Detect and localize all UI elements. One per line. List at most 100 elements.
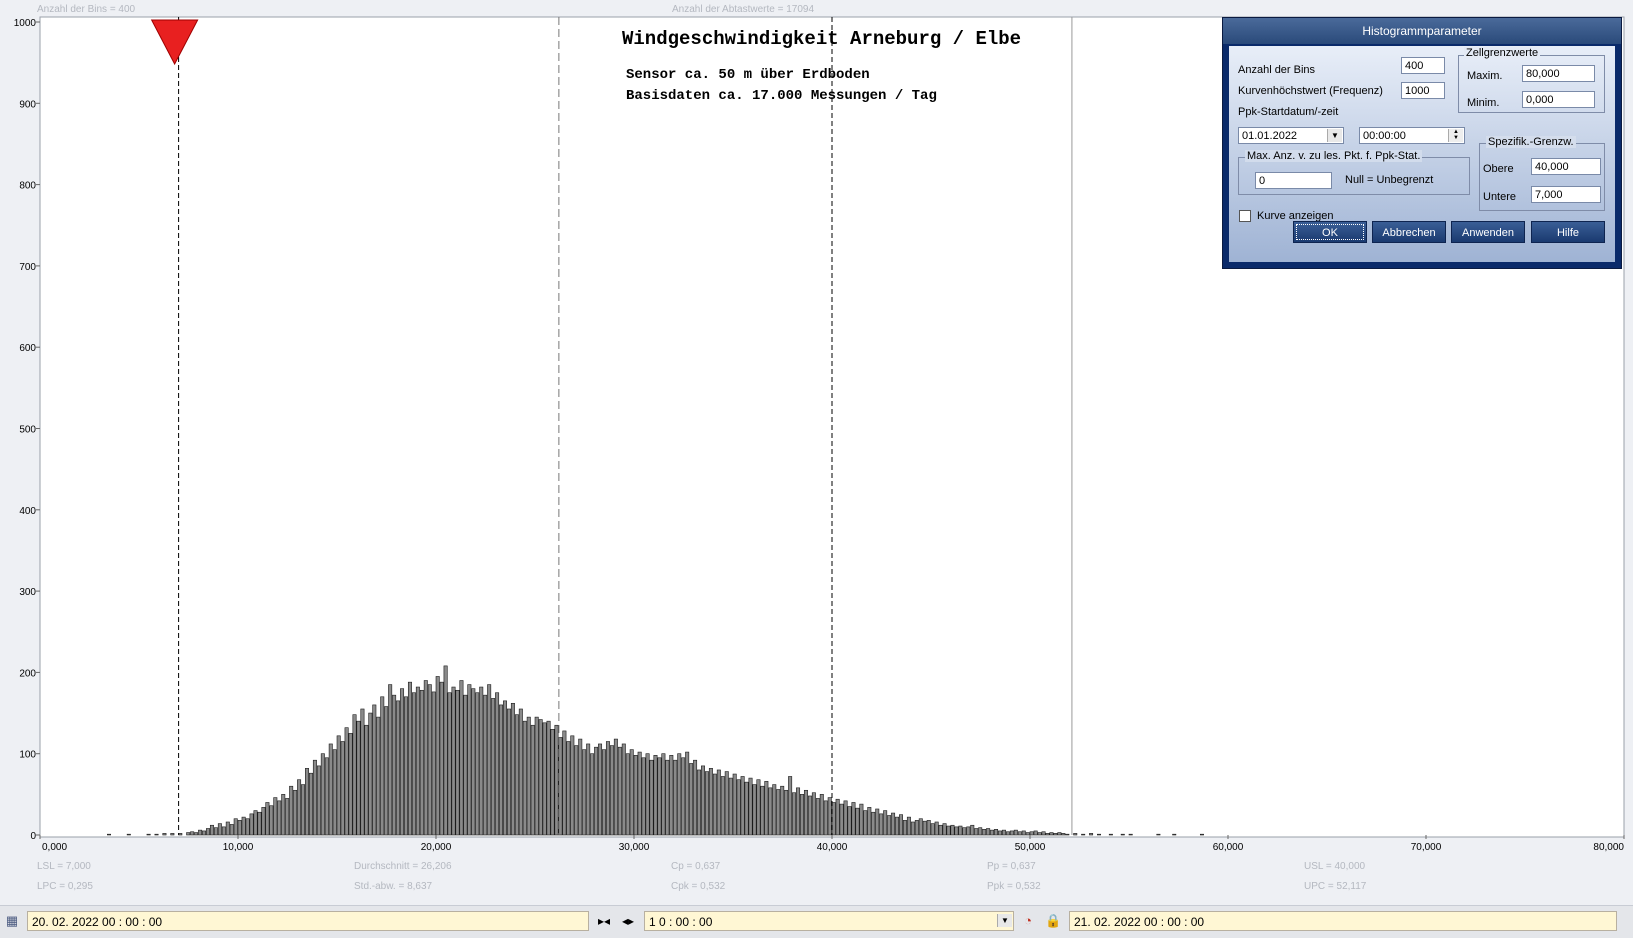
histogram-bar xyxy=(202,830,207,836)
calendar-icon[interactable]: ▦ xyxy=(4,913,20,929)
chevron-down-icon[interactable]: ▼ xyxy=(1327,129,1342,142)
histogram-bar xyxy=(740,776,745,836)
histogram-bar xyxy=(625,753,630,836)
histogram-bar xyxy=(1005,831,1010,836)
histogram-bar xyxy=(574,745,579,836)
histogram-bar xyxy=(455,689,460,836)
ppk-start-label: Ppk-Startdatum/-zeit xyxy=(1238,106,1339,118)
histogram-bar xyxy=(269,805,274,836)
bins-input[interactable]: 400 xyxy=(1401,57,1445,74)
max-points-input[interactable]: 0 xyxy=(1255,172,1332,189)
histogram-bar xyxy=(883,810,888,836)
histogram-bar xyxy=(562,730,567,836)
histogram-bar xyxy=(475,692,480,836)
histogram-bar xyxy=(736,779,741,836)
stat-mean: Durchschnitt = 26,206 xyxy=(354,861,452,872)
histogram-bar xyxy=(170,833,175,836)
histogram-bar xyxy=(811,792,816,836)
histogram-bar xyxy=(225,821,230,836)
y-tick-label: 500 xyxy=(19,425,36,436)
histogram-bar xyxy=(617,746,622,836)
histogram-bar xyxy=(609,745,614,836)
expand-interval-icon[interactable]: ◂▸ xyxy=(618,913,638,929)
min-input[interactable]: 0,000 xyxy=(1522,91,1595,108)
histogram-bar xyxy=(863,810,868,836)
histogram-bar xyxy=(1120,833,1125,836)
chevron-down-icon[interactable]: ▼ xyxy=(997,914,1012,927)
ok-button[interactable]: OK xyxy=(1293,221,1367,243)
histogram-bar xyxy=(958,825,963,836)
histogram-bar xyxy=(1156,833,1161,836)
max-input[interactable]: 80,000 xyxy=(1522,65,1595,82)
histogram-bar xyxy=(586,743,591,836)
histogram-bar xyxy=(463,694,468,836)
histogram-bar xyxy=(316,765,321,836)
histogram-bar xyxy=(435,676,440,836)
histogram-bar xyxy=(934,821,939,836)
histogram-bar xyxy=(245,818,250,836)
histogram-bar xyxy=(910,821,915,836)
histogram-bar xyxy=(859,803,864,836)
shrink-interval-icon[interactable]: ▸◂ xyxy=(594,913,614,929)
histogram-bar xyxy=(273,797,278,836)
x-tick-label: 60,000 xyxy=(1213,842,1244,853)
histogram-bar xyxy=(891,812,896,836)
histogram-bar xyxy=(328,743,333,836)
histogram-bar xyxy=(1081,833,1086,836)
show-curve-checkbox[interactable] xyxy=(1239,210,1251,222)
start-time-value: 00:00:00 xyxy=(1363,130,1406,142)
histogram-bar xyxy=(514,714,519,836)
histogram-bar xyxy=(495,692,500,836)
histogram-bar xyxy=(320,753,325,836)
histogram-bar xyxy=(938,824,943,836)
upper-input[interactable]: 40,000 xyxy=(1531,158,1601,175)
histogram-bar xyxy=(415,686,420,836)
histogram-bar xyxy=(506,708,511,836)
start-date-dropdown[interactable]: 01.01.2022 ▼ xyxy=(1238,127,1344,144)
histogram-bar xyxy=(1029,831,1034,836)
histogram-bar xyxy=(471,688,476,836)
start-time-input[interactable]: 00:00:00 ▲ ▼ xyxy=(1359,127,1465,144)
null-hint: Null = Unbegrenzt xyxy=(1345,174,1434,186)
histogram-bar xyxy=(447,692,452,836)
histogram-bar xyxy=(332,749,337,836)
histogram-bar xyxy=(796,787,801,836)
dialog-title[interactable]: Histogrammparameter xyxy=(1223,18,1621,44)
cancel-button[interactable]: Abbrechen xyxy=(1372,221,1446,243)
histogram-bar xyxy=(392,694,397,836)
histogram-bar xyxy=(261,807,266,836)
histogram-bar xyxy=(285,798,290,836)
histogram-bar xyxy=(1097,833,1101,836)
histogram-bar xyxy=(689,763,694,836)
stat-upc: UPC = 52,117 xyxy=(1304,881,1367,892)
spinner-icon[interactable]: ▲ ▼ xyxy=(1448,129,1463,142)
histogram-bar xyxy=(312,759,317,836)
interval-dropdown[interactable]: 1 0 : 00 : 00 ▼ xyxy=(644,911,1014,931)
clock-icon[interactable]: ◔ xyxy=(1020,913,1036,929)
lower-input[interactable]: 7,000 xyxy=(1531,186,1601,203)
histogram-bar xyxy=(281,794,286,836)
x-tick-label: 10,000 xyxy=(223,842,254,853)
histogram-bar xyxy=(198,829,203,836)
histogram-bar xyxy=(348,733,353,836)
histogram-bar xyxy=(400,688,405,836)
histogram-bar xyxy=(352,714,357,836)
y-tick-label: 300 xyxy=(19,587,36,598)
apply-button[interactable]: Anwenden xyxy=(1451,221,1525,243)
histogram-bar xyxy=(570,735,575,836)
histogram-bar xyxy=(1053,833,1058,836)
x-tick-label: 80,000 xyxy=(1593,842,1624,853)
lock-icon[interactable]: 🔒 xyxy=(1045,913,1061,929)
histogram-bar xyxy=(1021,830,1026,836)
histogram-bar xyxy=(732,773,737,836)
histogram-bar xyxy=(986,828,991,836)
start-date-value: 01.01.2022 xyxy=(1242,130,1298,142)
help-button[interactable]: Hilfe xyxy=(1531,221,1605,243)
histogram-bar xyxy=(748,777,753,836)
end-datetime-field[interactable]: 21. 02. 2022 00 : 00 : 00 xyxy=(1069,911,1617,931)
histogram-bar xyxy=(950,824,955,836)
curve-max-input[interactable]: 1000 xyxy=(1401,82,1445,99)
start-datetime-field[interactable]: 20. 02. 2022 00 : 00 : 00 xyxy=(27,911,589,931)
histogram-bar xyxy=(1199,833,1204,836)
histogram-bar xyxy=(752,784,757,836)
